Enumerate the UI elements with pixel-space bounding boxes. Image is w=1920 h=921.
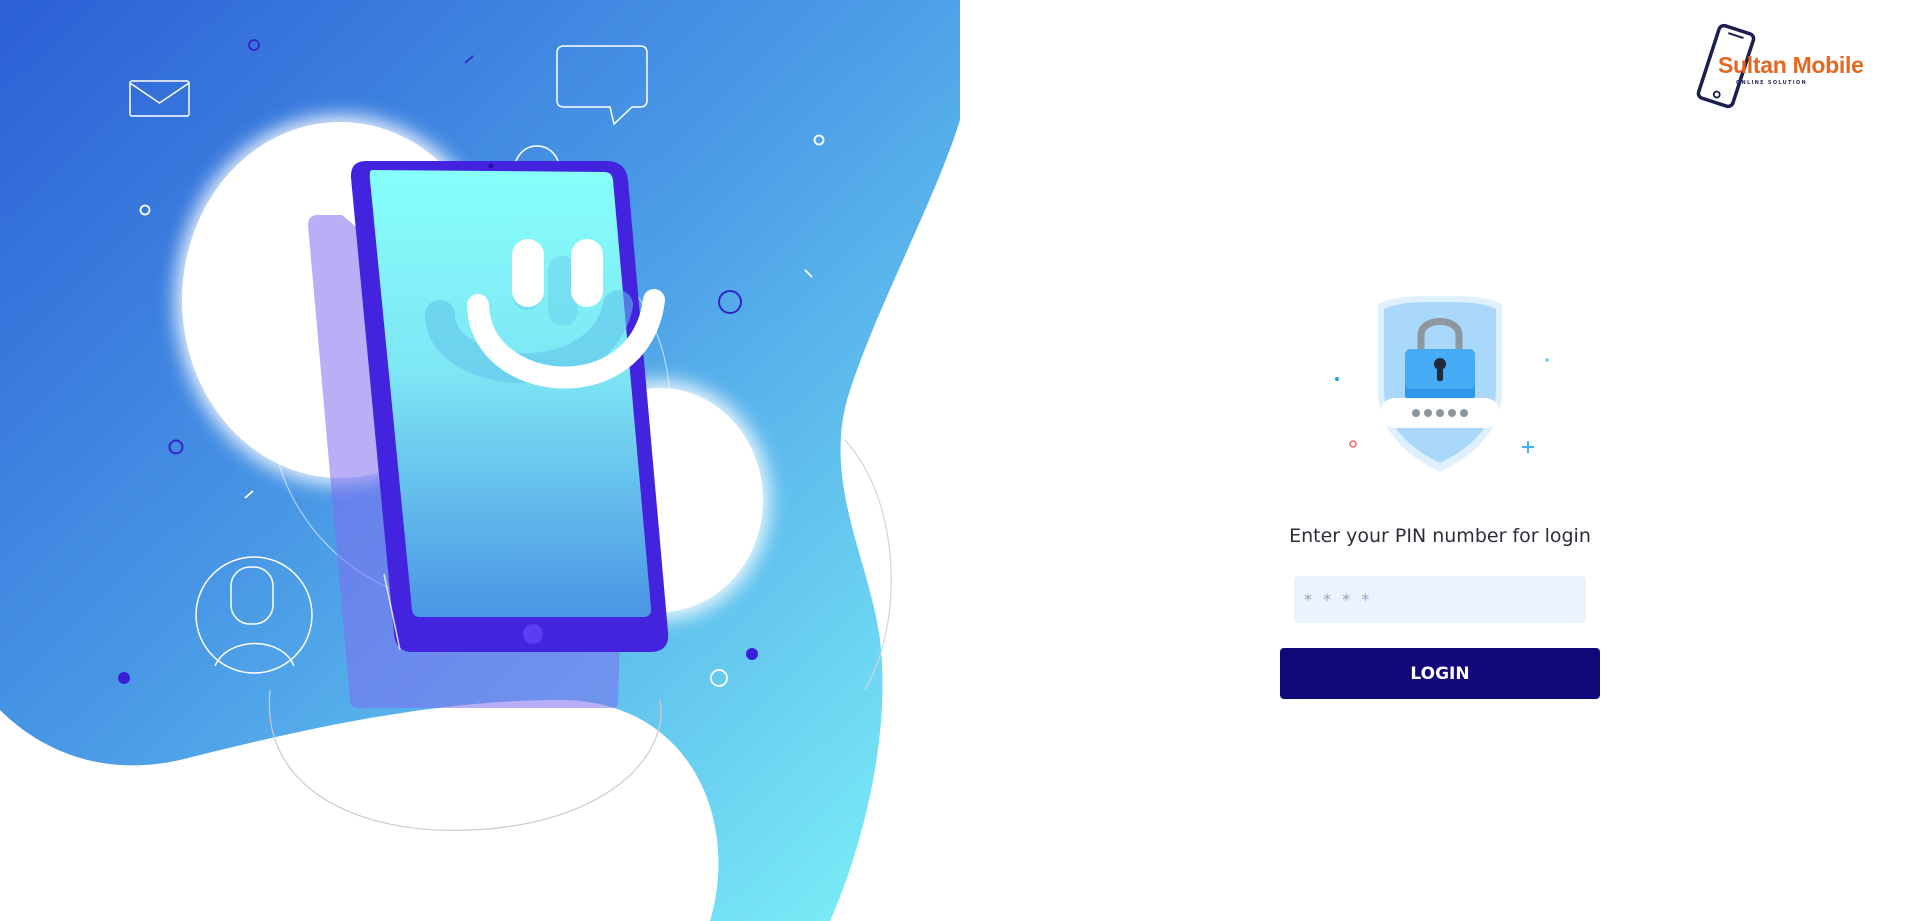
- hero-illustration: [0, 0, 960, 921]
- pin-input[interactable]: [1294, 576, 1586, 623]
- shield-lock-icon: [1335, 296, 1549, 472]
- pin-prompt-title: Enter your PIN number for login: [1289, 525, 1591, 547]
- brand-tagline: ONLINE SOLUTION: [1736, 80, 1807, 86]
- login-button[interactable]: LOGIN: [1280, 648, 1600, 699]
- brand-logo: Sultan Mobile ONLINE SOLUTION: [1690, 22, 1880, 110]
- brand-name: Sultan Mobile: [1718, 52, 1864, 78]
- smartphone-illustration: [350, 161, 669, 652]
